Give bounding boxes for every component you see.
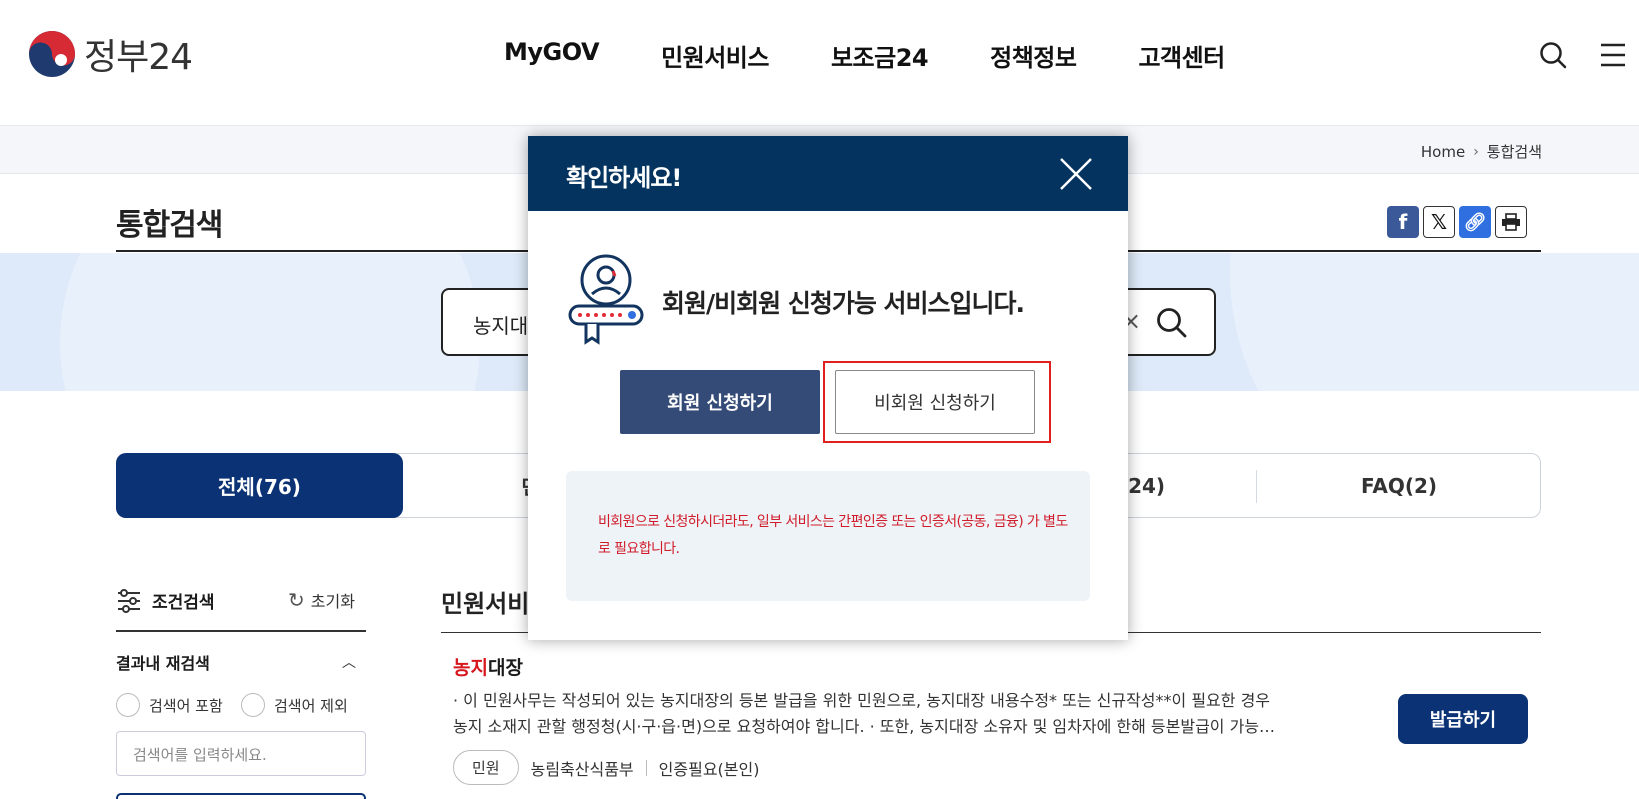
nav-policy-info[interactable]: 정책정보: [990, 38, 1077, 73]
reset-button[interactable]: ↻ 초기화: [288, 588, 355, 612]
tab-faq[interactable]: FAQ(2): [1257, 454, 1541, 517]
nav-subsidy24[interactable]: 보조금24: [831, 38, 929, 73]
refresh-icon: ↻: [288, 588, 305, 612]
confirm-modal: 확인하세요! 회원/비회원 신청가능 서비스입니다. 회원 신청하기 비회원 신…: [528, 136, 1128, 640]
search-submit-icon[interactable]: [1155, 306, 1189, 340]
taegeuk-logo-icon: [29, 31, 75, 77]
modal-header: 확인하세요!: [528, 136, 1128, 211]
radio-circle[interactable]: [116, 693, 140, 717]
issue-button[interactable]: 발급하기: [1398, 694, 1528, 744]
page: 정부24 MyGOV 민원서비스 보조금24 정책정보 고객센터 Home › …: [0, 0, 1639, 799]
result-description: · 이 민원사무는 작성되어 있는 농지대장의 등본 발급을 위한 민원으로, …: [453, 688, 1363, 740]
include-label: 검색어 포함: [149, 696, 223, 715]
nav-mygov[interactable]: MyGOV: [504, 38, 600, 73]
radio-circle[interactable]: [241, 693, 265, 717]
sliders-icon: [118, 588, 140, 613]
main-nav: MyGOV 민원서비스 보조금24 정책정보 고객센터: [504, 38, 1225, 73]
page-title: 통합검색: [116, 208, 223, 243]
filter-divider: [116, 630, 366, 632]
meta-separator: [645, 759, 647, 776]
notice-text: 비회원으로 신청하시더라도, 일부 서비스는 간편인증 또는 인증서(공동, 금…: [598, 514, 1068, 557]
result-title-rest: 대장: [487, 657, 523, 679]
link-icon[interactable]: 🔗︎: [1459, 206, 1491, 238]
result-title-highlight: 농지: [453, 657, 488, 679]
logo-text: 정부24: [84, 37, 193, 78]
search-input[interactable]: 농지대: [473, 310, 528, 339]
section-title: 민원서비: [441, 590, 530, 618]
auth-requirement: 인증필요(본인): [658, 759, 760, 779]
breadcrumb: Home › 통합검색: [1421, 141, 1542, 162]
result-desc-line: 농지 소재지 관할 행정청(시·구·읍·면)으로 요청하여야 합니다. · 또한…: [453, 717, 1276, 736]
include-radio[interactable]: 검색어 포함: [116, 693, 223, 717]
member-apply-button[interactable]: 회원 신청하기: [620, 370, 820, 434]
exclude-label: 검색어 제외: [274, 696, 348, 715]
research-button[interactable]: [116, 793, 366, 799]
band-decoration: [1230, 253, 1639, 391]
site-logo[interactable]: 정부24: [28, 28, 193, 80]
nav-customer-center[interactable]: 고객센터: [1138, 38, 1225, 73]
modal-message: 회원/비회원 신청가능 서비스입니다.: [662, 289, 1025, 318]
facebook-icon[interactable]: f: [1387, 206, 1419, 238]
chevron-right-icon: ›: [1473, 143, 1479, 160]
modal-title: 확인하세요!: [566, 164, 682, 192]
band-decoration: [60, 253, 480, 391]
filter-title: 조건검색: [152, 593, 215, 613]
site-header: 정부24 MyGOV 민원서비스 보조금24 정책정보 고객센터: [0, 0, 1639, 126]
x-twitter-icon[interactable]: 𝕏: [1423, 206, 1455, 238]
result-title[interactable]: 농지대장: [453, 653, 523, 680]
tab-all[interactable]: 전체(76): [116, 453, 403, 518]
research-title: 결과내 재검색: [116, 654, 210, 673]
result-meta: 민원 농림축산식품부 인증필요(본인): [453, 750, 759, 785]
exclude-radio[interactable]: 검색어 제외: [241, 693, 348, 717]
print-icon[interactable]: [1495, 206, 1527, 238]
agency-name: 농림축산식품부: [530, 759, 634, 779]
breadcrumb-current: 통합검색: [1486, 143, 1542, 161]
breadcrumb-home[interactable]: Home: [1421, 143, 1465, 161]
menu-icon[interactable]: [1598, 40, 1628, 70]
highlight-annotation: [823, 361, 1051, 443]
reset-label: 초기화: [310, 592, 355, 611]
chevron-up-icon[interactable]: ︿: [342, 652, 356, 672]
user-key-icon: [568, 254, 644, 345]
category-badge: 민원: [453, 750, 519, 785]
result-desc-line: · 이 민원사무는 작성되어 있는 농지대장의 등본 발급을 위한 민원으로, …: [453, 691, 1271, 710]
research-input[interactable]: 검색어를 입력하세요.: [116, 731, 366, 776]
search-icon[interactable]: [1538, 40, 1568, 70]
notice-box: 비회원으로 신청하시더라도, 일부 서비스는 간편인증 또는 인증서(공동, 금…: [566, 471, 1090, 601]
nav-civil-service[interactable]: 민원서비스: [661, 38, 769, 73]
close-icon[interactable]: [1058, 156, 1094, 192]
filter-header: 조건검색: [116, 588, 215, 613]
